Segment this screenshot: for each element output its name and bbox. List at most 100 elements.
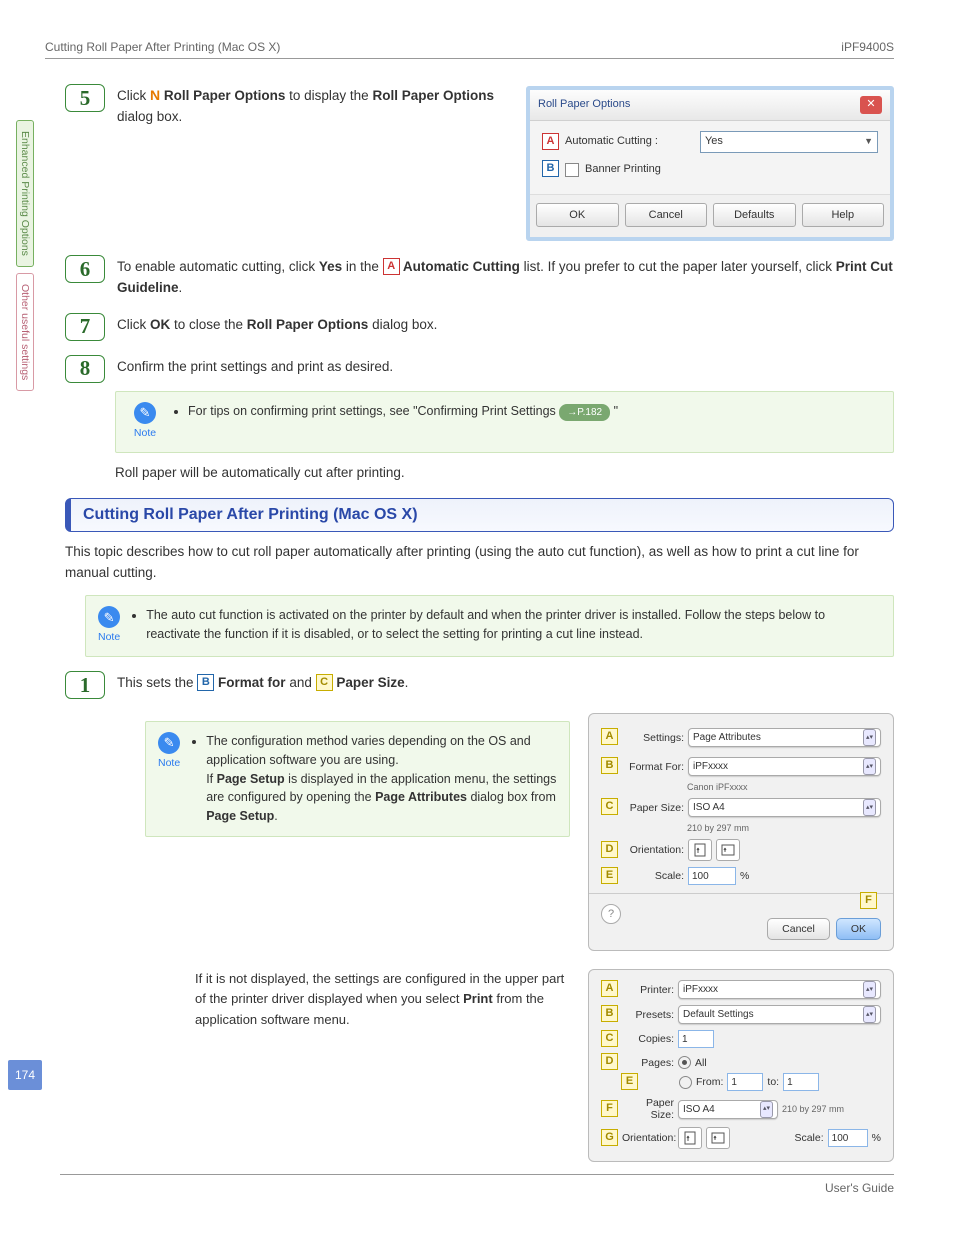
pages-label: Pages:: [622, 1057, 674, 1069]
letter-a-mac2: A: [601, 980, 618, 997]
note-tips: ✎ Note For tips on confirming print sett…: [115, 391, 894, 453]
cancel-button[interactable]: Cancel: [625, 203, 708, 227]
orientation-portrait-button[interactable]: [688, 839, 712, 861]
copies-label: Copies:: [622, 1033, 674, 1045]
copies-input[interactable]: 1: [678, 1030, 714, 1048]
close-icon[interactable]: ✕: [860, 96, 882, 114]
automatic-cutting-dropdown[interactable]: Yes▼: [700, 131, 878, 153]
header-left: Cutting Roll Paper After Printing (Mac O…: [45, 40, 280, 54]
letter-d-mac: D: [601, 841, 618, 858]
step-8: 8 Confirm the print settings and print a…: [65, 355, 894, 383]
settings-select[interactable]: Page Attributes▴▾: [688, 728, 881, 747]
letter-b: B: [542, 160, 559, 177]
step-5: 5 Click N Roll Paper Options to display …: [65, 84, 894, 241]
pages-all-radio[interactable]: [678, 1056, 691, 1069]
step-1: 1 This sets the B Format for and C Paper…: [65, 671, 894, 699]
note-icon: ✎: [98, 606, 120, 628]
presets-label: Presets:: [622, 1009, 674, 1021]
pages-from-radio[interactable]: [679, 1076, 692, 1089]
pages-all-label: All: [695, 1057, 707, 1069]
paper-size-select2[interactable]: ISO A4▴▾: [678, 1100, 778, 1119]
note-icon: ✎: [134, 402, 156, 424]
printer-label: Printer:: [622, 984, 674, 996]
paper-size-sub: 210 by 297 mm: [687, 823, 749, 833]
paper-size-select[interactable]: ISO A4▴▾: [688, 798, 881, 817]
page-header: Cutting Roll Paper After Printing (Mac O…: [45, 40, 894, 59]
step-7: 7 Click OK to close the Roll Paper Optio…: [65, 313, 894, 341]
letter-b-mac2: B: [601, 1005, 618, 1022]
side-tabs: Enhanced Printing Options Other useful s…: [16, 120, 34, 397]
letter-e-mac2: E: [621, 1073, 638, 1090]
mac-print-panel: A Printer: iPFxxxx▴▾ B Presets: Default …: [588, 969, 894, 1162]
page-number-badge: 174: [8, 1060, 42, 1090]
orientation-label: Orientation:: [622, 844, 684, 856]
scale-input[interactable]: 100: [688, 867, 736, 885]
letter-a-inline: A: [383, 258, 400, 275]
settings-label: Settings:: [622, 732, 684, 744]
note-config: ✎ Note The configuration method varies d…: [145, 721, 570, 837]
orientation-landscape-button[interactable]: [716, 839, 740, 861]
letter-a: A: [542, 133, 559, 150]
dialog-title: Roll Paper Options: [538, 96, 630, 113]
step-7-number: 7: [65, 313, 105, 341]
letter-e-mac: E: [601, 867, 618, 884]
note-label: Note: [128, 426, 162, 442]
orientation-portrait-button2[interactable]: [678, 1127, 702, 1149]
step-6-number: 6: [65, 255, 105, 283]
ok-button[interactable]: OK: [836, 918, 881, 940]
banner-printing-label: Banner Printing: [585, 161, 661, 178]
footer-text: User's Guide: [825, 1181, 894, 1195]
format-for-label: Format For:: [622, 761, 684, 773]
scale-percent2: %: [872, 1132, 881, 1144]
note-icon: ✎: [158, 732, 180, 754]
letter-n: N: [150, 88, 160, 103]
note-label: Note: [158, 756, 180, 772]
banner-printing-checkbox[interactable]: [565, 163, 579, 177]
cancel-button[interactable]: Cancel: [767, 918, 830, 940]
scale-label: Scale:: [622, 870, 684, 882]
to-label: to:: [767, 1076, 779, 1088]
step-5-number: 5: [65, 84, 105, 112]
letter-b-mac: B: [601, 757, 618, 774]
letter-c-mac2: C: [601, 1030, 618, 1047]
note-autocut: ✎ Note The auto cut function is activate…: [85, 595, 894, 657]
section-heading: Cutting Roll Paper After Printing (Mac O…: [65, 498, 894, 532]
from-input[interactable]: 1: [727, 1073, 763, 1091]
scale-percent: %: [740, 870, 749, 882]
after-note-text: Roll paper will be automatically cut aft…: [115, 465, 894, 480]
letter-d-mac2: D: [601, 1053, 618, 1070]
format-for-select[interactable]: iPFxxxx▴▾: [688, 757, 881, 776]
to-input[interactable]: 1: [783, 1073, 819, 1091]
scale-label2: Scale:: [794, 1132, 823, 1144]
letter-f-mac2: F: [601, 1100, 618, 1117]
page-link-182[interactable]: →P.182: [559, 404, 610, 421]
paper-size-label: Paper Size:: [622, 802, 684, 814]
letter-a-mac: A: [601, 728, 618, 745]
side-tab-enhanced[interactable]: Enhanced Printing Options: [16, 120, 34, 267]
scale-input2[interactable]: 100: [828, 1129, 868, 1147]
section-intro: This topic describes how to cut roll pap…: [65, 542, 894, 584]
paper-size-label2: Paper Size:: [622, 1097, 674, 1121]
help-button[interactable]: Help: [802, 203, 885, 227]
ok-button[interactable]: OK: [536, 203, 619, 227]
note-label: Note: [98, 630, 120, 646]
side-tab-other[interactable]: Other useful settings: [16, 273, 34, 391]
letter-c-inline: C: [316, 674, 333, 691]
letter-b-inline: B: [197, 674, 214, 691]
orientation-label2: Orientation:: [622, 1132, 674, 1144]
printer-select[interactable]: iPFxxxx▴▾: [678, 980, 881, 999]
presets-select[interactable]: Default Settings▴▾: [678, 1005, 881, 1024]
orientation-landscape-button2[interactable]: [706, 1127, 730, 1149]
defaults-button[interactable]: Defaults: [713, 203, 796, 227]
roll-paper-options-dialog: Roll Paper Options ✕ A Automatic Cutting…: [526, 86, 894, 241]
step-8-number: 8: [65, 355, 105, 383]
step-1-number: 1: [65, 671, 105, 699]
letter-f-mac: F: [860, 892, 877, 909]
step-5-text: Click N Roll Paper Options to display th…: [117, 88, 494, 124]
letter-g-mac2: G: [601, 1129, 618, 1146]
format-for-sub: Canon iPFxxxx: [687, 782, 748, 792]
header-right: iPF9400S: [841, 40, 894, 54]
paper-size-sub2: 210 by 297 mm: [782, 1104, 844, 1114]
page-footer: User's Guide: [60, 1174, 894, 1195]
letter-c-mac: C: [601, 798, 618, 815]
